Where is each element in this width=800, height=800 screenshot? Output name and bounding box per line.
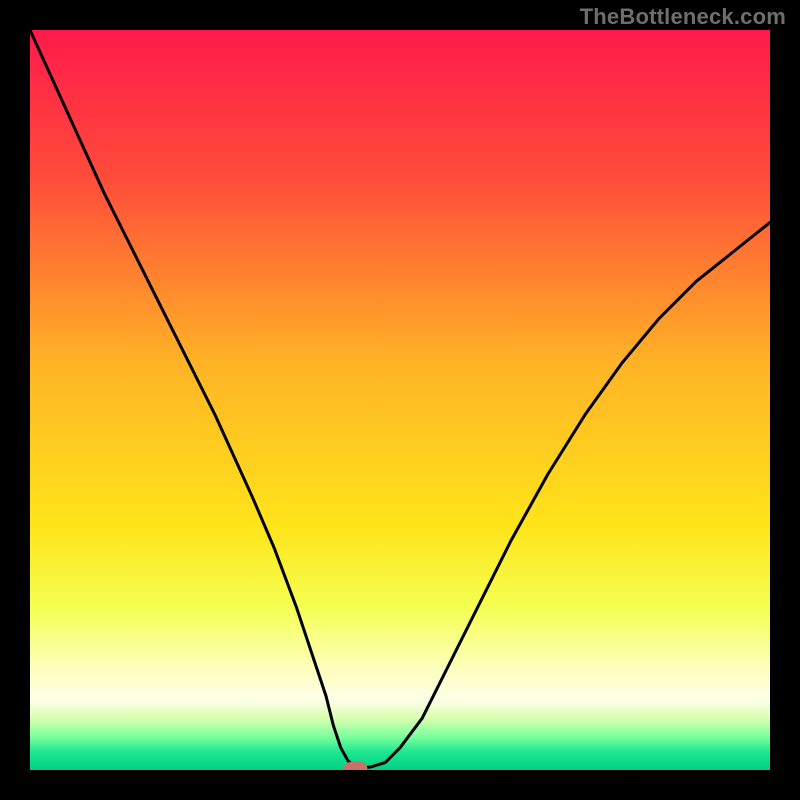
watermark-text: TheBottleneck.com bbox=[580, 4, 786, 30]
chart-svg bbox=[30, 30, 770, 770]
chart-frame: TheBottleneck.com bbox=[0, 0, 800, 800]
chart-background bbox=[30, 30, 770, 770]
chart-plot-area bbox=[30, 30, 770, 770]
